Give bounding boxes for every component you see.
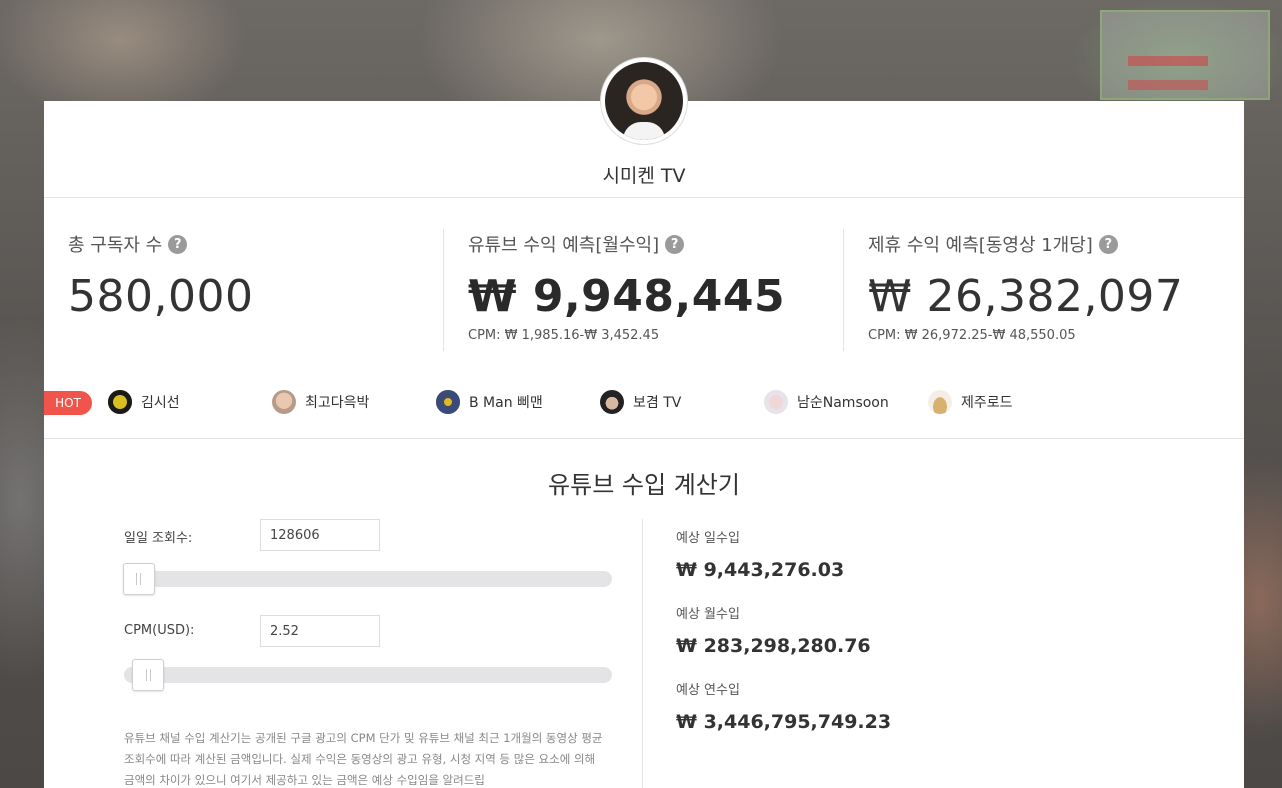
help-icon[interactable]: ? — [665, 234, 685, 254]
daily-views-label: 일일 조회수: — [124, 531, 193, 546]
hot-channel-item[interactable]: B Man 삐맨 — [436, 390, 543, 414]
hot-channel-item[interactable]: 최고다윽박 — [272, 390, 369, 414]
calculator-title: 유튜브 수입 계산기 — [548, 471, 740, 499]
monthly-income-label: 예상 월수입 — [676, 607, 740, 622]
stat-subscribers: 총 구독자 수 ? 580,000 — [68, 231, 253, 322]
help-icon[interactable]: ? — [168, 234, 188, 254]
calculator-description: 유튜브 채널 수입 계산기는 공개된 구글 광고의 CPM 단가 및 유튜브 채… — [124, 731, 603, 787]
main-card: 시미켄 TV 총 구독자 수 ? 580,000 유튜브 수익 예측[월수익] … — [44, 101, 1244, 788]
hot-channel-name: 제주로드 — [961, 395, 1013, 411]
stat-value: ₩ 9,948,445 — [468, 271, 786, 322]
divider — [44, 438, 1244, 439]
channel-avatar — [600, 57, 688, 145]
yearly-income-value: ₩ 3,446,795,749.23 — [676, 711, 892, 733]
hot-channel-name: 김시선 — [141, 395, 180, 411]
divider — [642, 519, 643, 788]
hot-channel-item[interactable]: 보겸 TV — [600, 390, 681, 414]
channel-thumbnail — [928, 390, 952, 414]
channel-thumbnail — [272, 390, 296, 414]
channel-thumbnail — [600, 390, 624, 414]
stat-label: 총 구독자 수 — [68, 235, 163, 256]
channel-name: 시미켄 TV — [602, 165, 686, 187]
hot-channel-name: 보겸 TV — [633, 395, 682, 411]
hot-channel-item[interactable]: 제주로드 — [928, 390, 1013, 414]
divider — [843, 229, 844, 351]
cpm-slider[interactable] — [124, 667, 612, 683]
cpm-input[interactable] — [260, 615, 380, 647]
hot-channel-name: 최고다윽박 — [305, 395, 370, 411]
hot-channel-item[interactable]: 김시선 — [108, 390, 180, 414]
divider — [443, 229, 444, 351]
stat-cpm: CPM: ₩ 26,972.25-₩ 48,550.05 — [868, 328, 1076, 343]
daily-views-slider-handle[interactable] — [122, 563, 155, 595]
yearly-income-label: 예상 연수입 — [676, 683, 740, 698]
stat-youtube-revenue: 유튜브 수익 예측[월수익] ? ₩ 9,948,445 CPM: ₩ 1,98… — [468, 231, 785, 343]
cpm-slider-handle[interactable] — [132, 659, 165, 691]
divider — [44, 197, 1244, 198]
stat-cpm: CPM: ₩ 1,985.16-₩ 3,452.45 — [468, 328, 660, 343]
channel-thumbnail — [764, 390, 788, 414]
monthly-income-value: ₩ 283,298,280.76 — [676, 635, 871, 657]
hot-channel-name: 남순Namsoon — [797, 395, 889, 411]
daily-views-input[interactable] — [260, 519, 380, 551]
cpm-label: CPM(USD): — [124, 623, 195, 638]
hot-badge: HOT — [44, 391, 92, 415]
stat-sponsor-revenue: 제휴 수익 예측[동영상 1개당] ? ₩ 26,382,097 CPM: ₩ … — [868, 231, 1183, 343]
stat-label: 유튜브 수익 예측[월수익] — [468, 235, 660, 256]
stat-value: 580,000 — [68, 271, 254, 322]
stat-value: ₩ 26,382,097 — [868, 271, 1184, 322]
hot-channel-name: B Man 삐맨 — [469, 395, 543, 411]
daily-views-slider[interactable] — [124, 571, 612, 587]
daily-income-label: 예상 일수입 — [676, 531, 740, 546]
help-icon[interactable]: ? — [1098, 234, 1118, 254]
channel-thumbnail — [108, 390, 132, 414]
hot-channel-item[interactable]: 남순Namsoon — [764, 390, 889, 414]
channel-thumbnail — [436, 390, 460, 414]
stat-label: 제휴 수익 예측[동영상 1개당] — [868, 235, 1093, 256]
daily-income-value: ₩ 9,443,276.03 — [676, 559, 845, 581]
